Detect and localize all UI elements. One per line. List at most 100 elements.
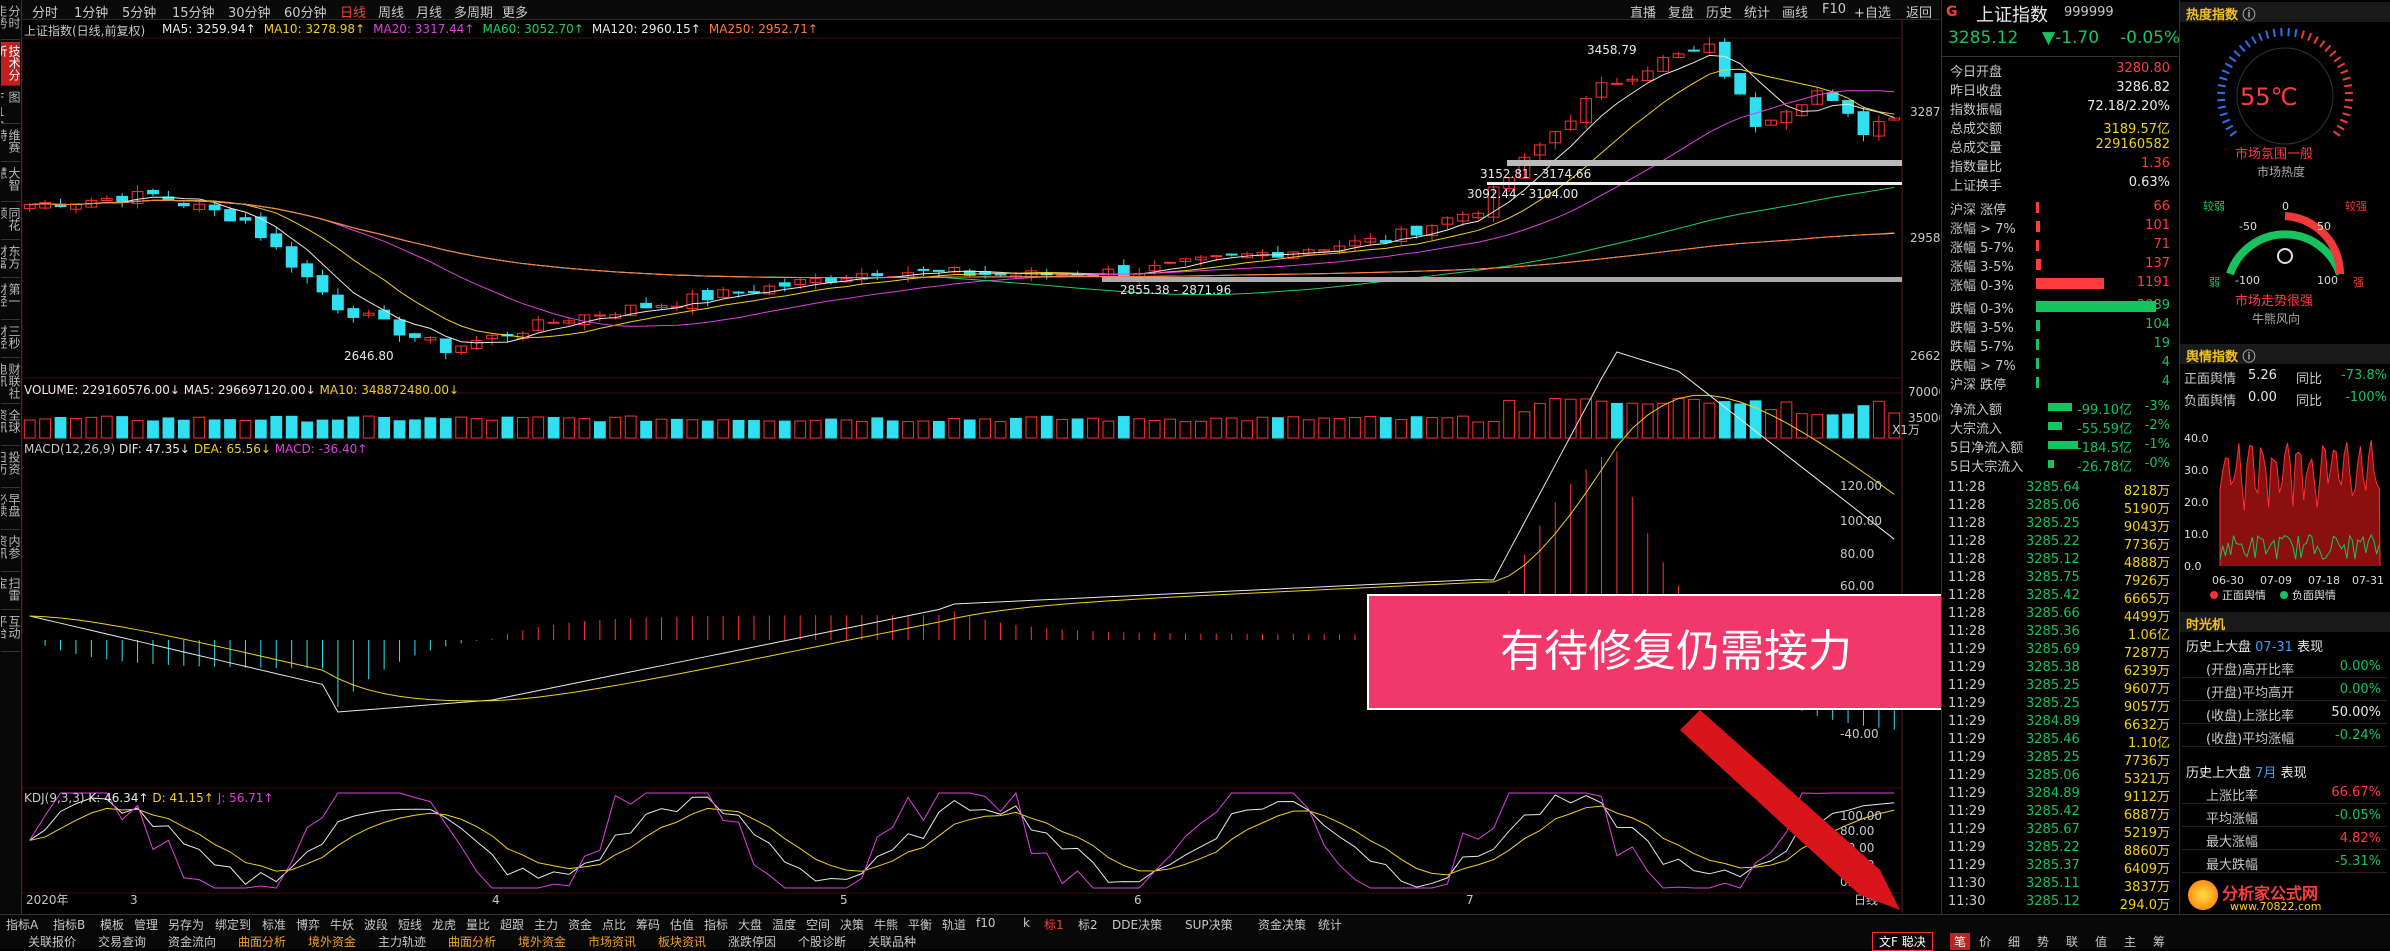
- function-tab[interactable]: 板块资讯: [658, 933, 706, 950]
- left-tab[interactable]: 技术分析: [1, 42, 20, 86]
- function-tab[interactable]: 交易查询: [98, 933, 146, 950]
- left-tab[interactable]: 图F10: [1, 88, 20, 124]
- draw-button[interactable]: 画线: [1782, 2, 1808, 21]
- indicator-tab[interactable]: 标准: [262, 916, 286, 933]
- left-tab[interactable]: 东方财富: [1, 242, 20, 278]
- function-tab[interactable]: 主力轨迹: [378, 933, 426, 950]
- decision-button[interactable]: 文F 聪决: [1872, 932, 1933, 951]
- history-button[interactable]: 历史: [1706, 2, 1732, 21]
- info-icon[interactable]: ⓘ: [2243, 8, 2256, 23]
- indicator-tab[interactable]: 资金决策: [1258, 916, 1306, 933]
- indicator-tab[interactable]: 轨道: [942, 916, 966, 933]
- panel-tab[interactable]: 筹: [2153, 933, 2165, 950]
- left-tab[interactable]: 早盘必读: [1, 490, 20, 530]
- indicator-tab[interactable]: SUP决策: [1185, 916, 1233, 933]
- indicator-tab[interactable]: 指标B: [53, 916, 85, 933]
- indicator-tab[interactable]: 波段: [364, 916, 388, 933]
- indicator-tab[interactable]: 平衡: [908, 916, 932, 933]
- volume-bar: [887, 421, 898, 438]
- indicator-tab[interactable]: 资金: [568, 916, 592, 933]
- volume-bar: [1858, 406, 1869, 438]
- indicator-tab[interactable]: 空间: [806, 916, 830, 933]
- indicator-tab[interactable]: 指标: [704, 916, 728, 933]
- indicator-tab[interactable]: 绑定到: [215, 916, 251, 933]
- stats-button[interactable]: 统计: [1744, 2, 1770, 21]
- period-tab[interactable]: 月线: [416, 2, 442, 21]
- function-tab[interactable]: 市场资讯: [588, 933, 636, 950]
- left-tab[interactable]: 大智慧: [1, 164, 20, 202]
- left-tab[interactable]: 投资日历: [1, 448, 20, 488]
- left-tab[interactable]: 第一财经: [1, 280, 20, 320]
- period-tab[interactable]: 1分钟: [74, 2, 108, 21]
- live-button[interactable]: 直播: [1630, 2, 1656, 21]
- function-tab[interactable]: 关联品种: [868, 933, 916, 950]
- function-tab[interactable]: 个股诊断: [798, 933, 846, 950]
- period-tab-active[interactable]: 日线: [340, 2, 366, 21]
- period-tab[interactable]: 30分钟: [228, 2, 271, 21]
- indicator-tab[interactable]: 决策: [840, 916, 864, 933]
- left-tab[interactable]: 扫雷宝: [1, 574, 20, 610]
- indicator-tab[interactable]: 标2: [1078, 916, 1098, 933]
- period-tab[interactable]: 5分钟: [122, 2, 156, 21]
- panel-tab[interactable]: 联: [2066, 933, 2078, 950]
- period-tab[interactable]: 多周期: [454, 2, 493, 21]
- panel-tab[interactable]: 细: [2008, 933, 2020, 950]
- period-tab[interactable]: 15分钟: [172, 2, 215, 21]
- left-tab[interactable]: 维赛特: [1, 126, 20, 162]
- indicator-tab[interactable]: 统计: [1318, 916, 1342, 933]
- indicator-tab[interactable]: 牛妖: [330, 916, 354, 933]
- period-tab[interactable]: 分时: [32, 2, 58, 21]
- panel-tab[interactable]: 价: [1979, 933, 1991, 950]
- indicator-tab[interactable]: 管理: [134, 916, 158, 933]
- indicator-tab[interactable]: 指标A: [6, 916, 38, 933]
- function-tab[interactable]: 境外资金: [308, 933, 356, 950]
- panel-tab[interactable]: 势: [2037, 933, 2049, 950]
- left-tab[interactable]: 全球资讯: [1, 406, 20, 446]
- period-tab[interactable]: 60分钟: [284, 2, 327, 21]
- left-tab[interactable]: 财联社电讯: [1, 360, 20, 404]
- panel-tab[interactable]: 主: [2124, 933, 2136, 950]
- info-icon[interactable]: ⓘ: [2243, 350, 2256, 365]
- chart-area[interactable]: 3287295826623458.793152.81 - 3174.663092…: [22, 20, 1940, 913]
- indicator-tab[interactable]: 估值: [670, 916, 694, 933]
- indicator-tab[interactable]: 龙虎: [432, 916, 456, 933]
- indicator-tab[interactable]: 点比: [602, 916, 626, 933]
- indicator-tab[interactable]: 主力: [534, 916, 558, 933]
- function-tab[interactable]: 境外资金: [518, 933, 566, 950]
- function-tab[interactable]: 涨跌停因: [728, 933, 776, 950]
- function-tab[interactable]: 曲面分析: [238, 933, 286, 950]
- indicator-tab[interactable]: 另存为: [168, 916, 204, 933]
- left-tab[interactable]: 同花顺: [1, 204, 20, 240]
- panel-tab[interactable]: 值: [2095, 933, 2107, 950]
- left-tab[interactable]: 内参资讯: [1, 532, 20, 572]
- indicator-tab[interactable]: 博弈: [296, 916, 320, 933]
- review-button[interactable]: 复盘: [1668, 2, 1694, 21]
- indicator-tab[interactable]: f10: [976, 916, 996, 930]
- indicator-tab[interactable]: 标1: [1044, 916, 1064, 933]
- indicator-tab[interactable]: 牛熊: [874, 916, 898, 933]
- volume-bar: [1026, 417, 1037, 438]
- function-tab[interactable]: 关联报价: [28, 933, 76, 950]
- panel-tab[interactable]: 笔: [1950, 933, 1970, 950]
- period-tab[interactable]: 周线: [378, 2, 404, 21]
- indicator-tab[interactable]: 量比: [466, 916, 490, 933]
- indicator-tab[interactable]: 模板: [100, 916, 124, 933]
- left-tab[interactable]: 三秒财经: [1, 322, 20, 358]
- indicator-tab[interactable]: k: [1023, 916, 1030, 930]
- function-tab[interactable]: 曲面分析: [448, 933, 496, 950]
- back-button[interactable]: 返回: [1906, 2, 1932, 21]
- indicator-tab[interactable]: DDE决策: [1112, 916, 1162, 933]
- indicator-tab[interactable]: 筹码: [636, 916, 660, 933]
- indicator-tab[interactable]: 大盘: [738, 916, 762, 933]
- indicator-tab[interactable]: 超跟: [500, 916, 524, 933]
- period-tab[interactable]: 更多: [502, 2, 528, 21]
- f10-button[interactable]: F10: [1822, 2, 1846, 17]
- left-tab[interactable]: 互动平台: [1, 612, 20, 652]
- kline-chart[interactable]: 3287295826623458.793152.81 - 3174.663092…: [22, 20, 1940, 913]
- function-tab[interactable]: 资金流向: [168, 933, 216, 950]
- tick-list[interactable]: 11:283285.648218万11:283285.065190万11:283…: [1942, 480, 2178, 916]
- add-watchlist-button[interactable]: +自选: [1854, 2, 1891, 21]
- indicator-tab[interactable]: 温度: [772, 916, 796, 933]
- indicator-tab[interactable]: 短线: [398, 916, 422, 933]
- left-tab[interactable]: 分时走势: [1, 2, 20, 40]
